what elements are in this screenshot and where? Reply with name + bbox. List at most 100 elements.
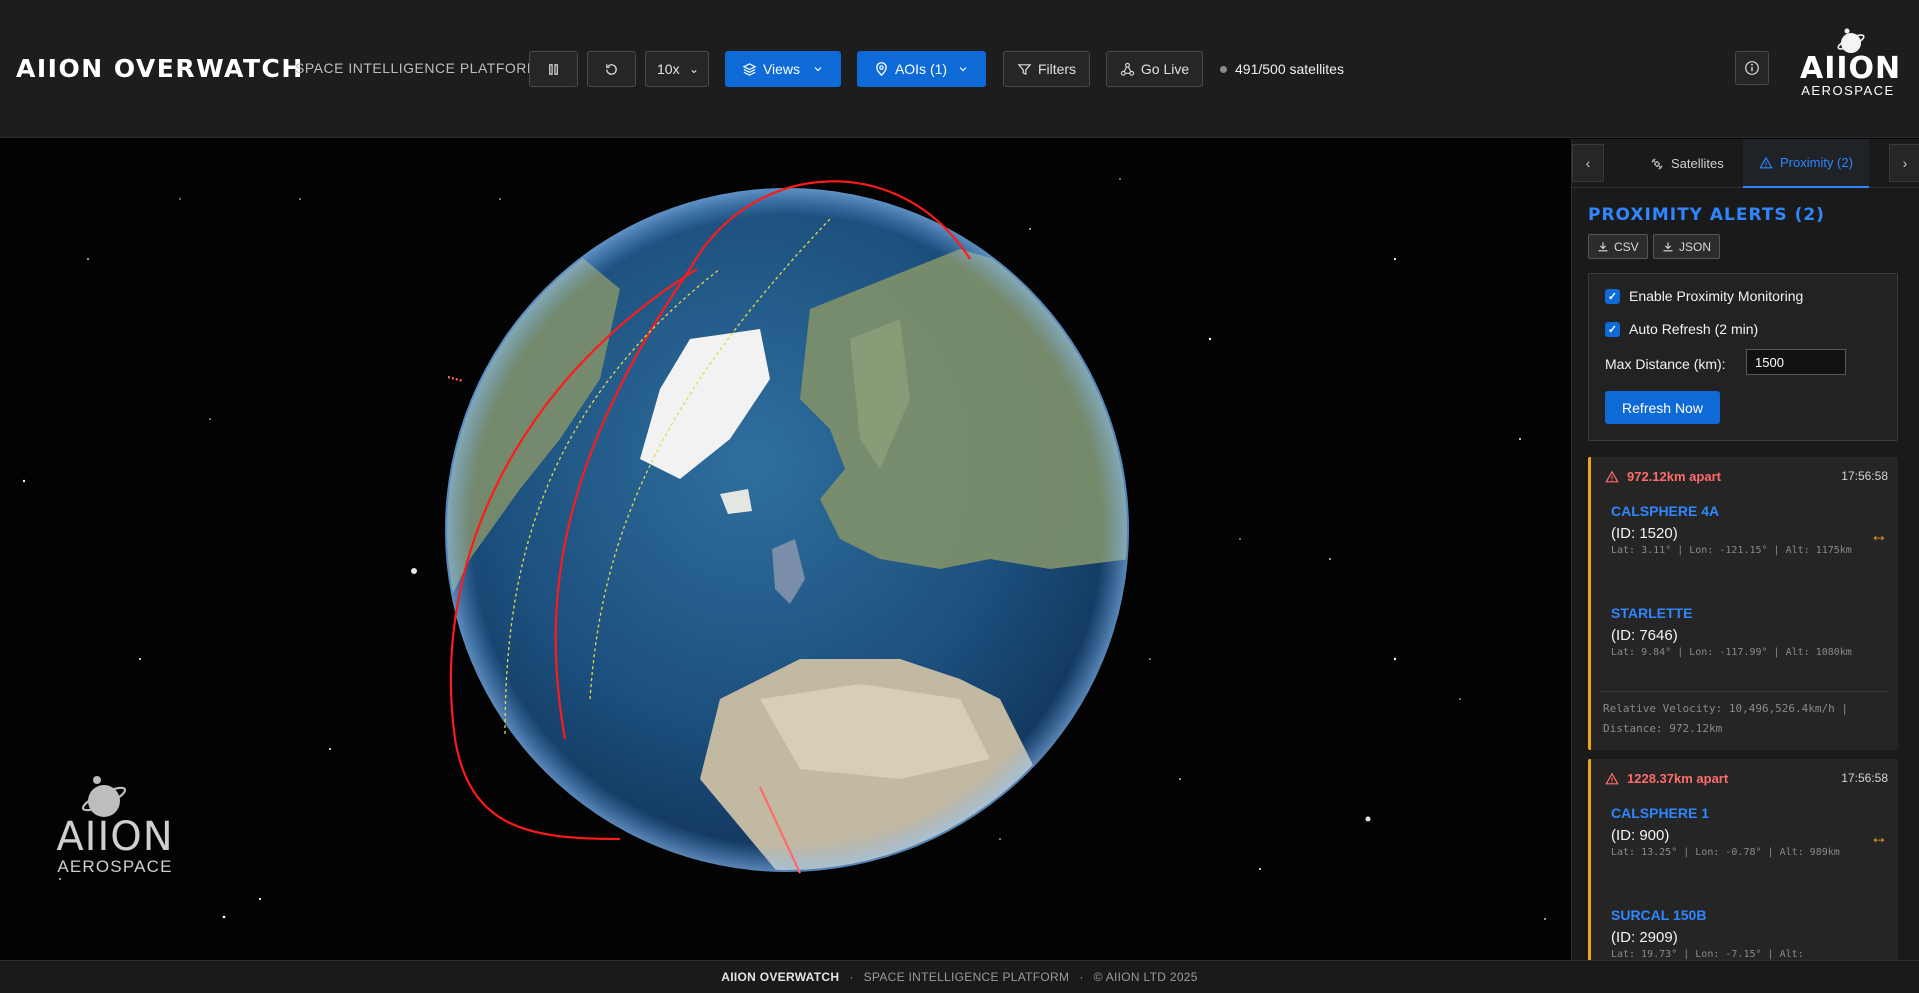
top-toolbar: AIION OVERWATCH SPACE INTELLIGENCE PLATF… [0,0,1919,138]
satellite-id: (ID: 7646) [1611,627,1678,644]
satellite-position: Lat: 13.25° | Lon: -0.78° | Alt: 989km [1611,847,1840,858]
swap-arrows-icon[interactable]: ↔ [1870,827,1888,848]
warning-icon [1759,156,1773,168]
info-icon [1745,61,1759,75]
pause-icon [549,63,558,75]
earth-globe[interactable] [440,188,1130,899]
warning-icon [1605,772,1619,784]
footer-platform: SPACE INTELLIGENCE PLATFORM [863,970,1070,984]
satellite-id: (ID: 900) [1611,827,1670,844]
status-dot-icon [1220,65,1227,73]
max-distance-label: Max Distance (km): [1605,356,1726,372]
views-label: Views [762,61,801,77]
alert-time: 17:56:58 [1841,771,1888,785]
satellite-id: (ID: 2909) [1611,929,1678,946]
tab-proximity[interactable]: Proximity (2) [1743,139,1869,188]
alert-distance: 1228.37km apart [1627,771,1729,786]
enable-monitoring-checkbox[interactable]: ✓ Enable Proximity Monitoring [1605,288,1803,304]
logo-subtext: AEROSPACE [1801,83,1895,98]
proximity-alert-card[interactable]: 972.12km apart 17:56:58 CALSPHERE 4A (ID… [1588,457,1898,750]
tab-label: Proximity (2) [1780,155,1853,170]
satellite-position: Lat: 3.11° | Lon: -121.15° | Alt: 1175km [1611,545,1852,556]
satellite-name-link[interactable]: CALSPHERE 4A [1611,503,1719,519]
panel-tabs: ‹ Satellites Proximity (2) › [1572,139,1919,188]
max-distance-input[interactable]: 1500 [1746,349,1846,375]
space-scene[interactable] [0,139,1570,960]
satellite-icon [1651,157,1663,170]
proximity-settings: ✓ Enable Proximity Monitoring ✓ Auto Ref… [1588,273,1898,441]
chevron-right-icon: › [1902,155,1908,171]
warning-icon [1605,470,1619,482]
logo-subtext: AEROSPACE [57,857,173,876]
auto-refresh-label: Auto Refresh (2 min) [1629,321,1759,337]
footer-separator: · [1079,970,1084,984]
tab-satellites[interactable]: Satellites [1634,139,1740,188]
reset-button[interactable] [587,51,636,87]
footer-separator: · [849,970,854,984]
alert-divider [1601,691,1888,692]
export-json-label: JSON [1679,239,1712,254]
panel-next-button[interactable]: › [1889,144,1919,182]
swap-arrows-icon[interactable]: ↔ [1870,525,1888,546]
filter-icon [1017,63,1032,75]
side-panel: ‹ Satellites Proximity (2) › PROXIMITY A… [1571,139,1919,960]
chevron-left-icon: ‹ [1585,155,1591,171]
chevron-down-icon [959,67,967,72]
satellite-name-link[interactable]: CALSPHERE 1 [1611,805,1709,821]
globe-viewer[interactable]: AIION AEROSPACE [0,139,1570,960]
viewer-logo: AIION AEROSPACE [40,775,190,877]
satellite-position: Lat: 19.73° | Lon: -7.15° | Alt: [1611,949,1804,960]
pause-button[interactable] [529,51,578,87]
download-icon [1663,242,1673,251]
refresh-now-button[interactable]: Refresh Now [1605,391,1720,424]
app-footer: AIION OVERWATCH · SPACE INTELLIGENCE PLA… [0,960,1919,993]
planet-logo-icon [1837,28,1865,53]
download-icon [1598,242,1608,251]
satellite-count: 491/500 satellites [1220,61,1344,77]
alert-velocity: Relative Velocity: 10,496,526.4km/h | Di… [1603,702,1849,735]
satellite-count-label: 491/500 satellites [1235,61,1344,77]
tab-label: Satellites [1671,156,1724,171]
enable-monitoring-label: Enable Proximity Monitoring [1629,288,1804,304]
logo-text: AIION [56,814,174,860]
aois-label: AOIs (1) [894,61,948,77]
logo-text: AIION [1800,51,1902,86]
checkbox-checked-icon: ✓ [1605,288,1620,304]
layers-icon [742,62,757,76]
app-subtitle: SPACE INTELLIGENCE PLATFORM [295,60,540,76]
alert-distance: 972.12km apart [1627,469,1721,484]
go-live-label: Go Live [1140,61,1190,77]
reset-icon [606,63,617,75]
proximity-alert-card[interactable]: 1228.37km apart 17:56:58 CALSPHERE 1 (ID… [1588,759,1898,960]
speed-value: 10x [657,61,680,77]
go-live-button[interactable]: Go Live [1106,51,1203,87]
app-title: AIION OVERWATCH [16,54,304,83]
panel-prev-button[interactable]: ‹ [1572,144,1604,182]
aois-button[interactable]: AOIs (1) [857,51,986,87]
filters-button[interactable]: Filters [1003,51,1090,87]
footer-copyright: © AIION LTD 2025 [1093,970,1198,984]
footer-brand: AIION OVERWATCH [721,970,840,984]
network-icon [1120,62,1135,76]
panel-title: PROXIMITY ALERTS (2) [1588,205,1825,225]
planet-logo-icon [81,776,127,817]
views-button[interactable]: Views [725,51,841,87]
speed-select[interactable]: 10x ⌄ [645,51,709,87]
satellite-name-link[interactable]: SURCAL 150B [1611,907,1706,923]
export-csv-label: CSV [1614,239,1639,254]
chevron-down-icon [814,67,822,72]
checkbox-checked-icon: ✓ [1605,321,1620,337]
company-logo: AIION AEROSPACE [1800,28,1902,98]
satellite-name-link[interactable]: STARLETTE [1611,605,1692,621]
export-json-button[interactable]: JSON [1653,234,1721,259]
chevron-down-icon: ⌄ [688,62,699,76]
alert-time: 17:56:58 [1841,469,1888,483]
alert-header: 1228.37km apart [1605,771,1728,786]
export-csv-button[interactable]: CSV [1588,234,1648,259]
alert-header: 972.12km apart [1605,469,1721,484]
map-pin-icon [876,61,887,76]
filters-label: Filters [1037,61,1077,77]
satellite-position: Lat: 9.84° | Lon: -117.99° | Alt: 1080km [1611,647,1852,658]
info-button[interactable] [1735,51,1769,85]
auto-refresh-checkbox[interactable]: ✓ Auto Refresh (2 min) [1605,321,1758,337]
